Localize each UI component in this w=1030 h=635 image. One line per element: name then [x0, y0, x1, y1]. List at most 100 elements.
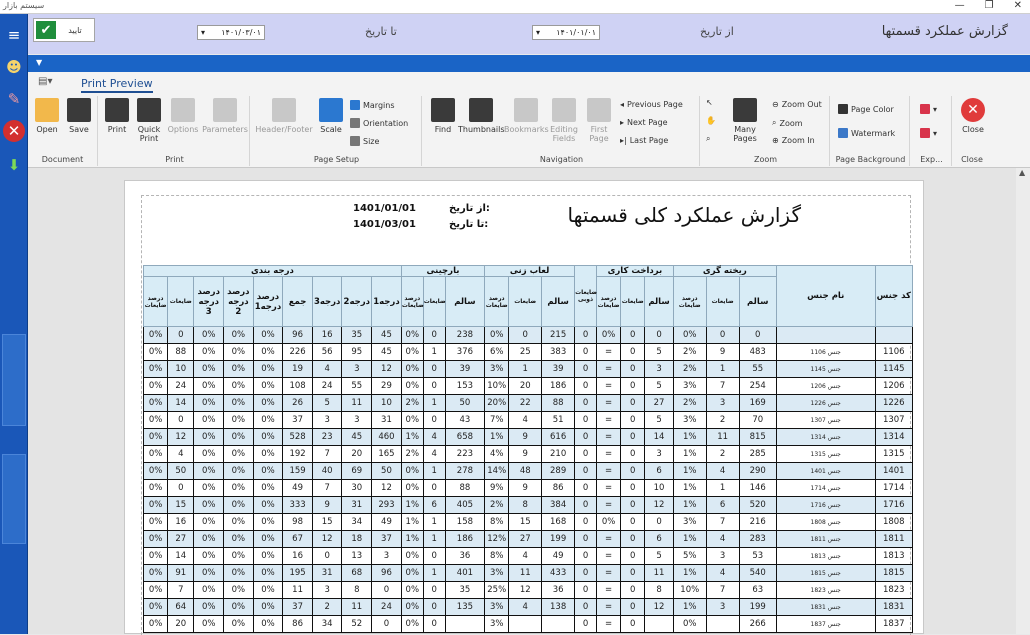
table-cell: 278 — [444, 462, 486, 480]
table-row: 0% 0 0% 0% 0% 96 16 35 45 0% 0 238 0% 0 215 0 0% 0 0 0% 0 0 — [142, 326, 914, 344]
quick-print-button[interactable]: Quick Print — [132, 98, 166, 143]
table-cell: 1% — [400, 513, 424, 531]
open-button[interactable]: Open — [30, 98, 64, 134]
zoom-in-button[interactable]: ⊕ Zoom In — [772, 136, 815, 145]
table-row: 0% 91 0% 0% 0% 195 31 68 96 0% 1 401 3% 11 433 0 = 0 11 1% 4… — [142, 564, 914, 582]
last-page-button[interactable]: ▸| Last Page — [620, 136, 668, 145]
watermark-button[interactable]: Watermark — [838, 128, 895, 138]
table-cell: 0% — [400, 581, 424, 599]
to-date-field[interactable]: ▾ ۱۴۰۱/۰۳/۰۱ — [197, 25, 265, 40]
next-page-button[interactable]: ▸ Next Page — [620, 118, 668, 127]
table-cell: 10 — [371, 394, 402, 412]
thumbnails-button[interactable]: Thumbnails — [458, 98, 504, 134]
options-button[interactable]: Options — [166, 98, 200, 134]
table-cell: 2 — [705, 411, 740, 429]
table-cell: 1% — [484, 428, 510, 446]
collapse-bar[interactable]: ▼ — [28, 55, 1030, 72]
group-label-export: Exp... — [920, 155, 943, 164]
size-label: Size — [363, 136, 380, 146]
table-cell: 1831 — [874, 598, 914, 616]
pointer-button[interactable]: ↖ — [706, 98, 713, 107]
table-cell: 0% — [142, 479, 169, 497]
table-cell: 1% — [400, 496, 424, 514]
preview-area[interactable]: گزارش عملکرد کلی قسمتها 1401/01/01 از تا… — [28, 168, 1030, 635]
send-button[interactable]: ▾ — [920, 128, 937, 138]
minimize-button[interactable]: — — [955, 0, 965, 11]
table-cell: 0 — [574, 496, 597, 514]
table-cell: 15 — [311, 513, 343, 531]
table-cell: 1808 — [874, 513, 914, 531]
table-cell: 0 — [508, 326, 543, 344]
vertical-scrollbar[interactable]: ▲ — [1016, 168, 1030, 634]
tab-print-preview[interactable]: Print Preview — [81, 77, 153, 93]
orientation-button[interactable]: Orientation — [350, 118, 408, 128]
table-cell: 20 — [341, 445, 373, 463]
header-footer-label: Header/Footer — [255, 125, 313, 134]
find-button[interactable]: Find — [426, 98, 460, 134]
table-cell: 376 — [444, 343, 486, 361]
delete-icon[interactable]: ✕ — [3, 120, 25, 142]
table-cell: 146 — [738, 479, 777, 497]
scale-button[interactable]: Scale — [314, 98, 348, 134]
table-cell: 8 — [644, 581, 674, 599]
menu-icon[interactable]: ≡ — [3, 24, 25, 46]
save-button[interactable]: Save — [62, 98, 96, 134]
table-cell: 35 — [444, 581, 486, 599]
header-casting: ریخته گری — [672, 265, 777, 277]
table-cell: 14% — [484, 462, 510, 480]
table-cell: 0% — [223, 479, 254, 497]
editing-fields-button[interactable]: Editing Fields — [546, 98, 582, 143]
folder-icon — [35, 98, 59, 122]
quick-access-icon[interactable]: ▤▾ — [38, 76, 52, 87]
next-page-label: Next Page — [627, 118, 668, 127]
bookmarks-button[interactable]: Bookmarks — [504, 98, 549, 134]
table-cell: 11 — [341, 598, 373, 616]
table-cell: 0 — [620, 428, 646, 446]
table-cell: 11 — [341, 394, 373, 412]
header-polish: لعاب زنی — [484, 265, 576, 277]
printer-icon — [105, 98, 129, 122]
hand-tool-button[interactable]: ✋ — [706, 116, 716, 125]
many-pages-button[interactable]: Many Pages — [722, 98, 768, 143]
table-cell: 0 — [574, 326, 597, 344]
download-icon[interactable]: ⬇ — [3, 154, 25, 176]
close-preview-button[interactable]: ✕ Close — [956, 98, 990, 134]
table-cell: 27 — [167, 530, 195, 548]
header-footer-button[interactable]: Header/Footer — [254, 98, 314, 134]
table-cell: 0 — [574, 445, 597, 463]
table-cell: 0% — [252, 564, 284, 582]
table-cell: 7 — [311, 445, 343, 463]
table-cell: 26 — [282, 394, 313, 412]
print-button[interactable]: Print — [100, 98, 134, 134]
table-cell: 0 — [705, 326, 740, 344]
table-cell: 0 — [422, 377, 446, 395]
parameters-button[interactable]: Parameters — [202, 98, 248, 134]
header-grading: درجه بندی — [143, 265, 402, 277]
table-cell: 0 — [644, 513, 674, 531]
group-label-print: Print — [165, 155, 184, 164]
edit-icon[interactable]: ✎ — [3, 88, 25, 110]
ok-button[interactable]: ✔ تایید — [33, 18, 95, 42]
first-page-label: First Page — [589, 125, 609, 143]
magnifier-button[interactable]: ⌕ — [706, 134, 710, 144]
page-color-button[interactable]: Page Color — [838, 104, 894, 114]
first-page-button[interactable]: First Page — [584, 98, 614, 143]
previous-page-button[interactable]: ◂ Previous Page — [620, 100, 683, 109]
user-icon[interactable]: ☻ — [3, 56, 25, 78]
export-button[interactable]: ▾ — [920, 104, 937, 114]
subheader: درصد ضایعات — [672, 276, 707, 327]
maximize-button[interactable]: ❐ — [985, 0, 994, 11]
table-row: 0% 88 0% 0% 0% 226 56 95 45 0% 1 376 6% 25 383 0 = 0 5 2% 9 4… — [142, 343, 914, 361]
table-cell: 0% — [193, 343, 225, 361]
from-date-field[interactable]: ▾ ۱۴۰۱/۰۱/۰۱ — [532, 25, 600, 40]
margins-button[interactable]: Margins — [350, 100, 395, 110]
size-button[interactable]: Size — [350, 136, 379, 146]
zoom-out-button[interactable]: ⊖ Zoom Out — [772, 100, 822, 109]
subheader: درجه2 — [341, 276, 373, 327]
table-cell: 0% — [142, 547, 169, 565]
print-label: Print — [107, 125, 127, 134]
zoom-button[interactable]: ⌕ Zoom — [772, 118, 803, 128]
table-cell: 0 — [620, 598, 646, 616]
table-cell: 0 — [574, 343, 597, 361]
close-window-button[interactable]: ✕ — [1014, 0, 1022, 11]
